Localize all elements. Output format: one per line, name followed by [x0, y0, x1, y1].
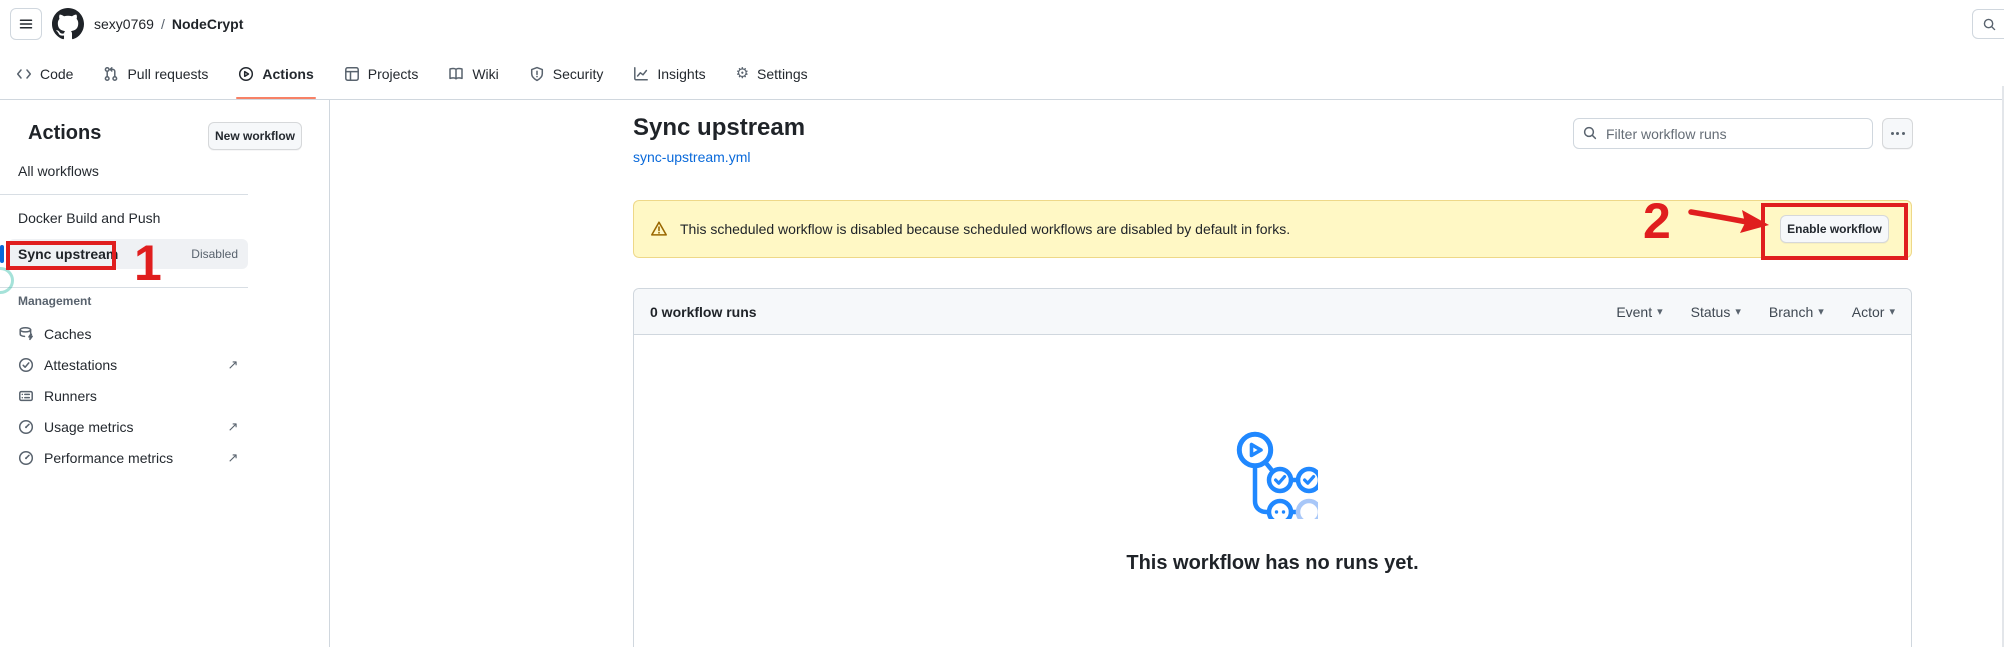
pull-request-icon: [103, 66, 119, 82]
table-icon: [344, 66, 360, 82]
external-link-icon: ↗: [224, 357, 242, 373]
divider: [0, 194, 248, 195]
event-filter-dropdown[interactable]: Event ▾: [1616, 304, 1662, 320]
hamburger-menu-button[interactable]: [10, 8, 42, 40]
verified-icon: [18, 357, 34, 373]
play-circle-icon: [238, 66, 254, 82]
sidebar-item-performance-metrics[interactable]: Performance metrics ↗: [8, 443, 248, 473]
runners-icon: [18, 388, 34, 404]
chevron-down-icon: ▾: [1889, 305, 1895, 318]
tab-settings[interactable]: ⚙ Settings: [728, 48, 816, 100]
cache-icon: [18, 326, 34, 342]
gear-icon: ⚙: [736, 66, 749, 82]
disabled-badge: Disabled: [191, 247, 238, 261]
annotation-step1-number: 1: [134, 238, 162, 288]
github-actions-page: sexy0769 / NodeCrypt Code Pull requests: [0, 0, 2004, 647]
tab-pull-requests[interactable]: Pull requests: [95, 48, 216, 100]
new-workflow-button[interactable]: New workflow: [208, 122, 302, 150]
page-title: Sync upstream: [633, 114, 805, 142]
breadcrumb-separator: /: [161, 16, 165, 32]
book-icon: [448, 66, 464, 82]
sidebar-item-all-workflows[interactable]: All workflows: [8, 156, 248, 186]
tab-security[interactable]: Security: [521, 48, 612, 100]
branch-filter-dropdown[interactable]: Branch ▾: [1769, 304, 1824, 320]
external-link-icon: ↗: [224, 419, 242, 435]
external-link-icon: ↗: [224, 450, 242, 466]
selected-accent-bar: [0, 245, 4, 263]
actor-filter-dropdown[interactable]: Actor ▾: [1852, 304, 1895, 320]
workflow-file-link[interactable]: sync-upstream.yml: [633, 149, 750, 165]
annotation-step1-box: [6, 241, 116, 270]
gauge-icon: [18, 450, 34, 466]
breadcrumb-repo-link[interactable]: NodeCrypt: [172, 16, 244, 32]
sidebar-item-runners[interactable]: Runners: [8, 381, 248, 411]
sidebar-item-caches[interactable]: Caches: [8, 319, 248, 349]
sidebar-item-usage-metrics[interactable]: Usage metrics ↗: [8, 412, 248, 442]
tab-projects[interactable]: Projects: [336, 48, 427, 100]
annotation-step2-number: 2: [1643, 196, 1671, 246]
chevron-down-icon: ▾: [1657, 305, 1663, 318]
shield-icon: [529, 66, 545, 82]
code-icon: [16, 66, 32, 82]
sidebar-item-attestations[interactable]: Attestations ↗: [8, 350, 248, 380]
search-icon: [1582, 125, 1598, 141]
tab-actions[interactable]: Actions: [230, 48, 321, 100]
breadcrumb: sexy0769 / NodeCrypt: [94, 0, 243, 48]
banner-message: This scheduled workflow is disabled beca…: [680, 221, 1290, 237]
filter-workflow-runs: [1573, 118, 1873, 149]
management-heading: Management: [18, 294, 91, 308]
status-filter-dropdown[interactable]: Status ▾: [1691, 304, 1741, 320]
workflow-options-kebab-button[interactable]: [1882, 118, 1913, 149]
hamburger-icon: [18, 16, 34, 32]
runs-panel-header: 0 workflow runs Event ▾ Status ▾ Branch …: [634, 289, 1911, 335]
header-search-button[interactable]: [1972, 9, 2004, 39]
tab-insights[interactable]: Insights: [625, 48, 713, 100]
search-icon: [1982, 17, 1997, 32]
breadcrumb-owner-link[interactable]: sexy0769: [94, 16, 154, 32]
annotation-step2-box: [1761, 203, 1908, 260]
chevron-down-icon: ▾: [1818, 305, 1824, 318]
sidebar-item-docker-build-and-push[interactable]: Docker Build and Push: [8, 203, 248, 233]
filter-workflow-runs-input[interactable]: [1573, 118, 1873, 149]
runs-count-label: 0 workflow runs: [650, 304, 757, 320]
actions-sidebar: Actions New workflow All workflows Docke…: [0, 100, 330, 647]
workflow-runs-panel: 0 workflow runs Event ▾ Status ▾ Branch …: [633, 288, 1912, 647]
github-logo-icon[interactable]: [52, 8, 84, 40]
chevron-down-icon: ▾: [1735, 305, 1741, 318]
tab-wiki[interactable]: Wiki: [440, 48, 506, 100]
app-header: sexy0769 / NodeCrypt: [0, 0, 2004, 48]
sidebar-title: Actions: [28, 122, 101, 145]
repo-tab-nav: Code Pull requests Actions Projects: [0, 48, 2004, 100]
warning-icon: [650, 220, 668, 238]
divider: [0, 287, 248, 288]
gauge-icon: [18, 419, 34, 435]
runs-filters: Event ▾ Status ▾ Branch ▾ Actor ▾: [1616, 304, 1895, 320]
empty-state-message: This workflow has no runs yet.: [634, 552, 1911, 575]
tab-code[interactable]: Code: [8, 48, 81, 100]
annotation-arrow-icon: [1688, 204, 1772, 238]
workflow-empty-state-icon: [1230, 429, 1318, 519]
graph-icon: [633, 66, 649, 82]
